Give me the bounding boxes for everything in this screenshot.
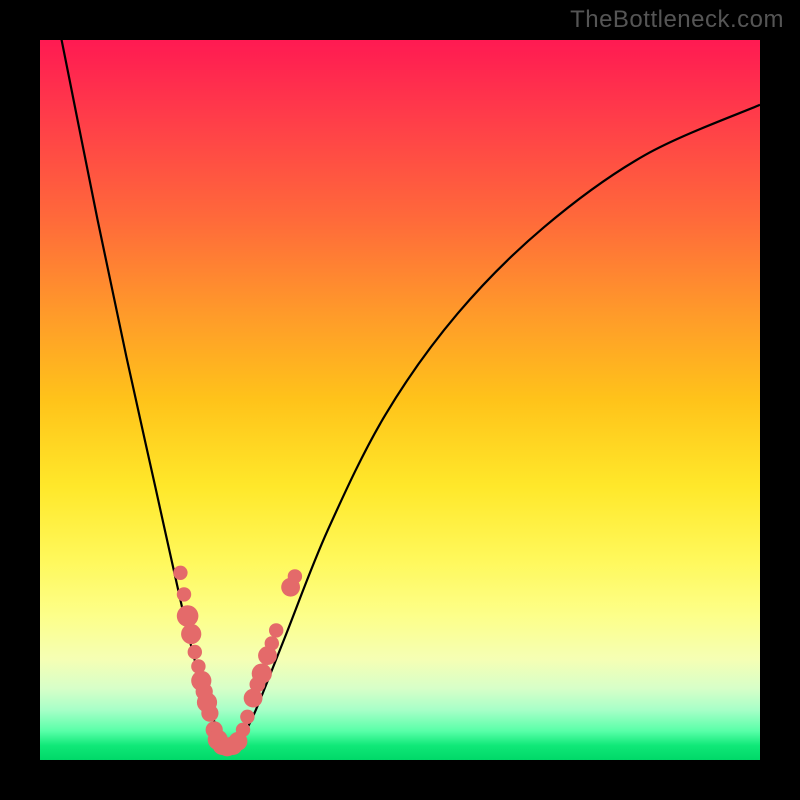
marker-dots (173, 566, 302, 757)
marker-dot (288, 569, 302, 583)
marker-dot (173, 566, 187, 580)
chart-svg (40, 40, 760, 760)
chart-frame: TheBottleneck.com (0, 0, 800, 800)
marker-dot (188, 645, 202, 659)
marker-dot (240, 710, 254, 724)
marker-dot (236, 723, 250, 737)
marker-dot (201, 705, 218, 722)
bottleneck-curve (40, 40, 760, 747)
marker-dot (269, 623, 283, 637)
marker-dot (181, 624, 201, 644)
marker-dot (177, 605, 199, 627)
marker-dot (252, 664, 272, 684)
marker-dot (177, 587, 191, 601)
plot-area (40, 40, 760, 760)
marker-dot (265, 636, 279, 650)
watermark-text: TheBottleneck.com (570, 6, 784, 34)
